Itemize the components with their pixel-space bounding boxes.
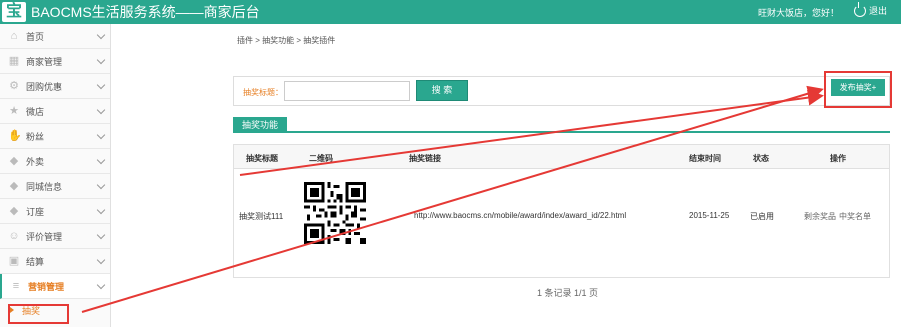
sidebar-item-microshop[interactable]: ★ 微店 (0, 99, 110, 124)
sidebar-item-takeout[interactable]: ◆ 外卖 (0, 149, 110, 174)
col-header-actions: 操作 (830, 154, 846, 163)
image-icon: ▣ (8, 254, 20, 267)
sidebar-item-merchant[interactable]: ▦ 商家管理 (0, 49, 110, 74)
sidebar-item-marketing[interactable]: ≡ 营销管理 (0, 274, 110, 299)
row-link[interactable]: http://www.baocms.cn/mobile/award/index/… (414, 211, 626, 220)
remaining-prizes-link[interactable]: 剩余奖品 (804, 211, 836, 222)
col-header-end-time: 结束时间 (689, 154, 721, 163)
search-button[interactable]: 搜 索 (416, 80, 468, 101)
sidebar-item-settlement[interactable]: ▣ 结算 (0, 249, 110, 274)
tag-icon: ◆ (9, 154, 19, 167)
tag-icon: ◆ (9, 204, 19, 217)
qr-code-image (304, 182, 366, 244)
sidebar-item-local-info[interactable]: ◆ 同城信息 (0, 174, 110, 199)
sidebar-item-home[interactable]: ⌂ 首页 (0, 24, 110, 49)
logout-button[interactable]: 退出 (853, 1, 887, 17)
annotation-box-publish (824, 71, 892, 108)
col-header-status: 状态 (753, 154, 769, 163)
row-status: 已启用 (750, 212, 774, 221)
col-header-title: 抽奖标题 (246, 154, 278, 163)
top-bar: 宝 BAOCMS生活服务系统——商家后台 旺财大饭店，您好！ 退出 (0, 0, 901, 24)
chevron-down-icon (96, 280, 106, 290)
sidebar-item-reviews[interactable]: ☺ 评价管理 (0, 224, 110, 249)
power-icon (853, 1, 866, 17)
chevron-down-icon (96, 30, 106, 40)
chevron-down-icon (96, 180, 106, 190)
chevron-down-icon (96, 80, 106, 90)
row-end-time: 2015-11-25 (689, 211, 730, 220)
user-greeting: 旺财大饭店，您好！ (757, 8, 839, 18)
chevron-down-icon (96, 105, 106, 115)
chevron-down-icon (96, 155, 106, 165)
gear-icon: ⚙ (9, 79, 19, 92)
chevron-down-icon (96, 255, 106, 265)
sidebar-item-booking[interactable]: ◆ 订座 (0, 199, 110, 224)
chevron-down-icon (96, 205, 106, 215)
search-bar: 抽奖标题： 搜 索 (233, 76, 890, 106)
annotation-box-lottery (8, 304, 69, 324)
sidebar: ⌂ 首页 ▦ 商家管理 ⚙ 团购优惠 ★ 微店 ✋ 粉丝 ◆ 外卖 ◆ 同城信息 ◆ 订座 ☺ 评… (0, 24, 111, 327)
col-header-qrcode: 二维码 (309, 154, 333, 163)
sidebar-item-groupbuy[interactable]: ⚙ 团购优惠 (0, 74, 110, 99)
tag-icon: ◆ (9, 179, 19, 192)
chevron-down-icon (96, 55, 106, 65)
chevron-down-icon (96, 130, 106, 140)
hand-icon: ✋ (8, 129, 22, 142)
store-icon: ▦ (8, 54, 20, 67)
chevron-down-icon (96, 230, 106, 240)
breadcrumb: 插件 > 抽奖功能 > 抽奖插件 (237, 36, 336, 45)
search-input[interactable] (284, 81, 410, 101)
home-icon: ⌂ (10, 29, 18, 42)
pagination-info: 1 条记录 1/1 页 (537, 288, 599, 298)
main-content: 插件 > 抽奖功能 > 抽奖插件 抽奖标题： 搜 索 发布抽奖+ 抽奖功能 抽奖… (112, 24, 901, 327)
tab-underline (233, 131, 890, 133)
col-header-link: 抽奖链接 (409, 154, 441, 163)
logo: 宝 (2, 2, 26, 22)
lottery-table: 抽奖标题 二维码 抽奖链接 结束时间 状态 操作 抽奖测试111 http://… (233, 144, 890, 278)
search-label: 抽奖标题： (243, 88, 283, 97)
table-header: 抽奖标题 二维码 抽奖链接 结束时间 状态 操作 (234, 145, 889, 169)
winners-list-link[interactable]: 中奖名单 (839, 211, 871, 222)
logout-label: 退出 (868, 6, 887, 16)
user-icon: ☺ (8, 229, 20, 242)
row-title: 抽奖测试111 (239, 212, 284, 221)
app-title: BAOCMS生活服务系统——商家后台 (31, 4, 260, 20)
layers-icon: ≡ (12, 279, 20, 292)
sidebar-item-fans[interactable]: ✋ 粉丝 (0, 124, 110, 149)
star-icon: ★ (9, 104, 19, 117)
